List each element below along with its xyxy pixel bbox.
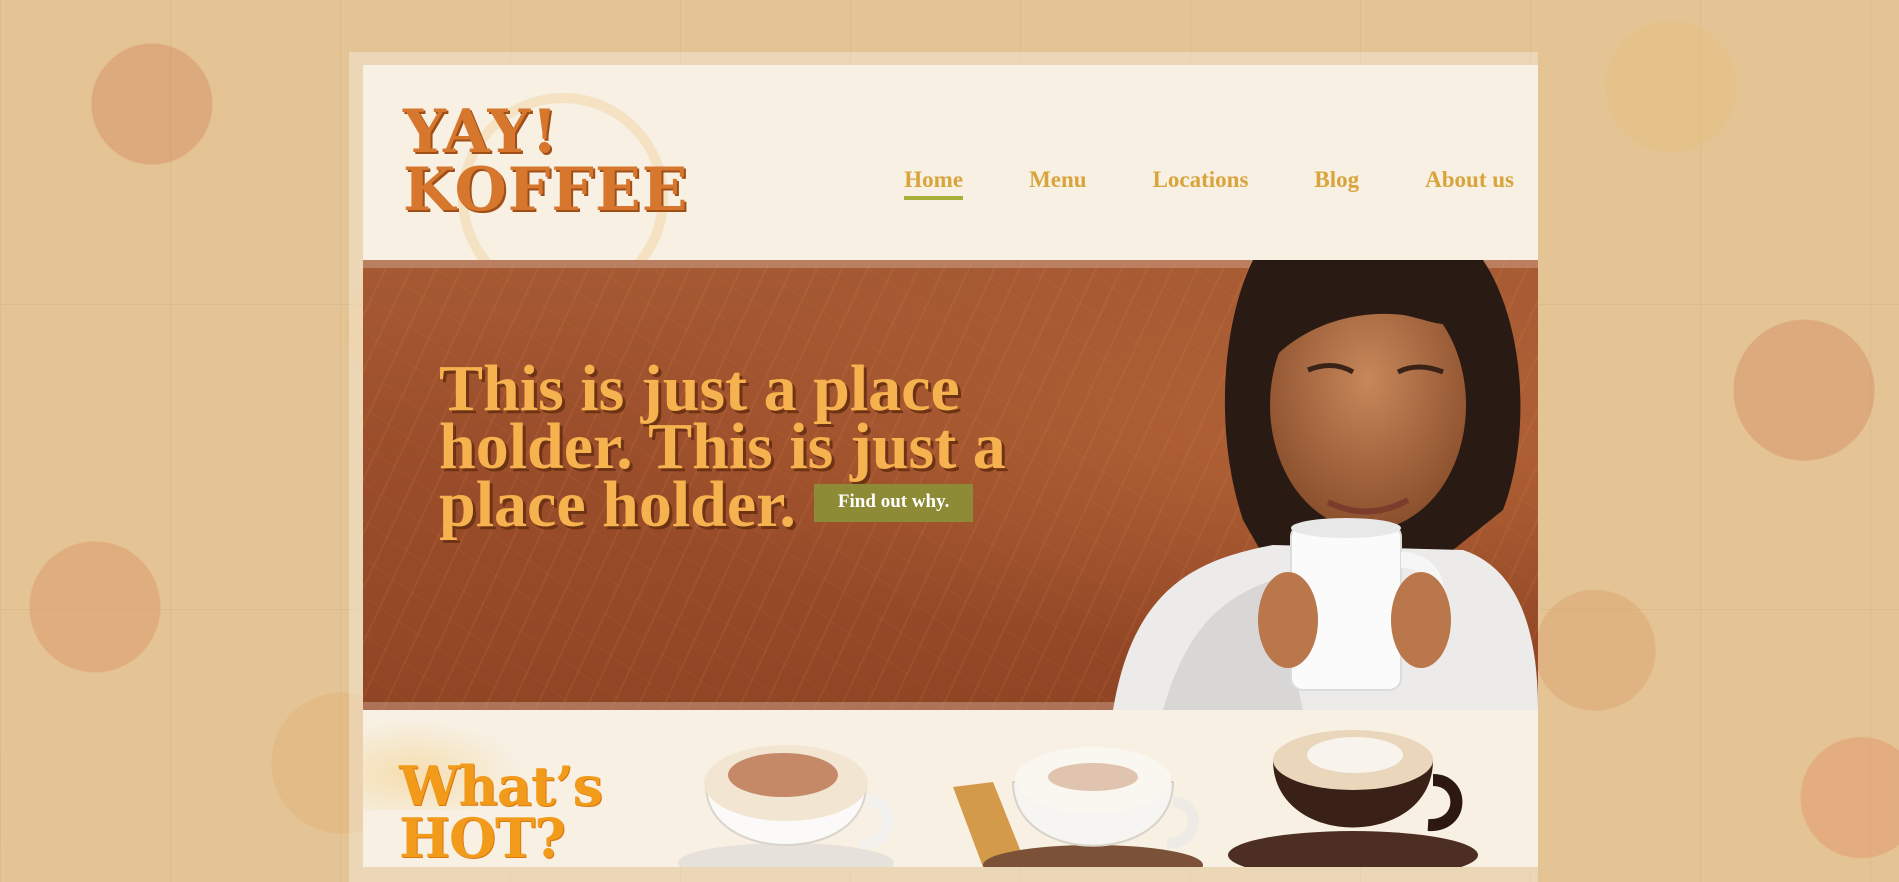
- hero-woman-drinking-coffee-image: [1113, 260, 1538, 710]
- nav-item-about-us[interactable]: About us: [1425, 167, 1514, 200]
- main-nav: Home Menu Locations Blog About us: [838, 167, 1514, 200]
- cappuccino-cup-image[interactable]: [671, 725, 901, 867]
- latte-cup-with-biscotti-image[interactable]: [953, 727, 1203, 867]
- find-out-why-button[interactable]: Find out why.: [813, 483, 974, 522]
- nav-item-blog[interactable]: Blog: [1314, 167, 1359, 200]
- page-container: YAY! KOFFEE Home Menu Locations Blog Abo…: [363, 65, 1538, 867]
- whats-hot-heading: What’s HOT?: [399, 759, 603, 867]
- espresso-cup-image[interactable]: [1223, 715, 1483, 867]
- logo[interactable]: YAY! KOFFEE: [403, 93, 763, 303]
- nav-item-home[interactable]: Home: [904, 167, 964, 200]
- hero-banner: This is just a place holder. This is jus…: [363, 260, 1538, 710]
- hero-headline: This is just a place holder. This is jus…: [439, 356, 1139, 538]
- nav-item-locations[interactable]: Locations: [1153, 167, 1249, 200]
- logo-line-2: KOFFEE: [403, 155, 689, 225]
- nav-item-menu[interactable]: Menu: [1029, 167, 1087, 200]
- logo-line-1: YAY!: [403, 97, 559, 167]
- whats-hot-line-2: HOT?: [399, 806, 566, 867]
